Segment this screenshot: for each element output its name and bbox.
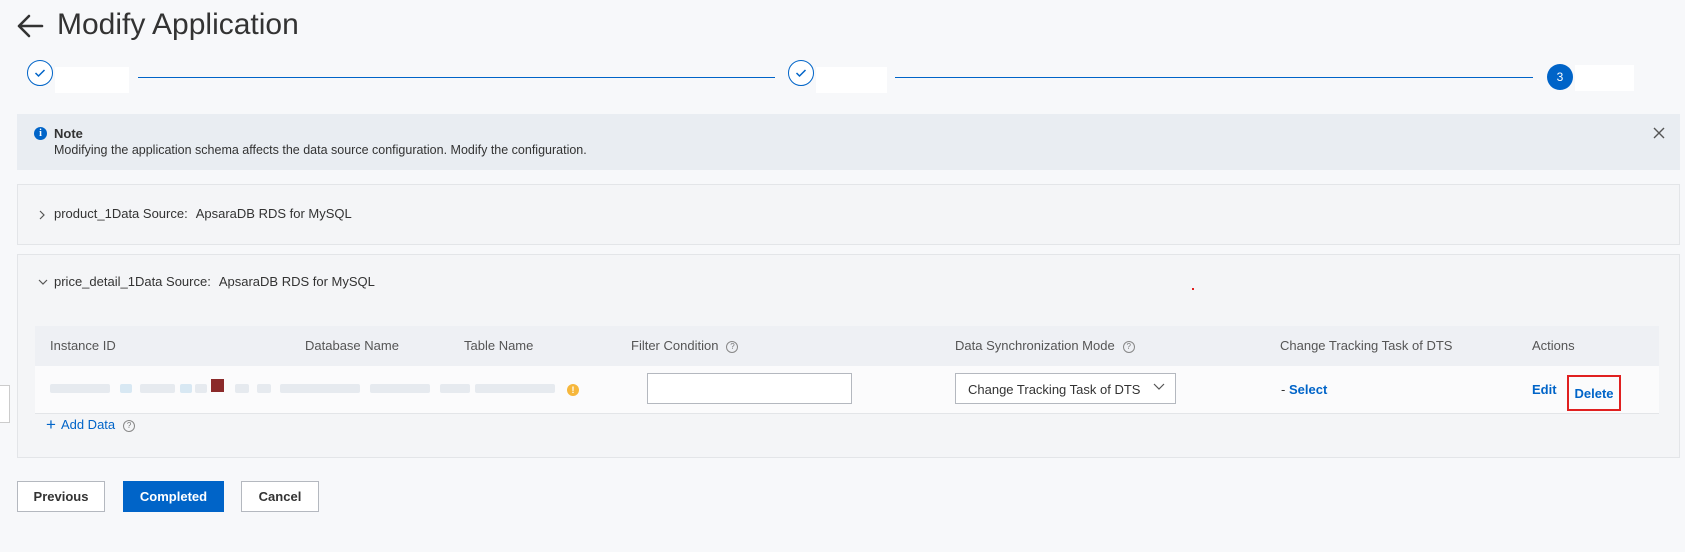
dts-task-select-label: Select (1288, 382, 1328, 397)
marker-dot (1192, 288, 1194, 290)
step-2-complete (788, 60, 814, 86)
column-header: Database Name (305, 338, 399, 353)
data-source-panel-product-1: product_1Data Source: ApsaraDB RDS for My… (17, 184, 1680, 245)
dts-task-prefix: - (1281, 382, 1286, 397)
close-icon[interactable] (1652, 126, 1666, 140)
check-icon (795, 69, 807, 78)
step-connector (138, 77, 775, 78)
filter-condition-input[interactable] (647, 373, 852, 404)
panel-title: product_1Data Source: ApsaraDB RDS for My… (54, 206, 352, 221)
column-header-label: Filter Condition (631, 338, 719, 353)
help-icon[interactable]: ? (726, 341, 739, 353)
panel-name: product_1 (54, 206, 112, 221)
back-arrow-icon[interactable] (15, 9, 45, 43)
column-header: Instance ID (50, 338, 116, 353)
panel-header[interactable]: price_detail_1Data Source: ApsaraDB RDS f… (18, 255, 1679, 313)
panel-source: ApsaraDB RDS for MySQL (218, 274, 375, 289)
sync-mode-value: Change Tracking Task of DTS (968, 382, 1141, 397)
step-connector (895, 77, 1533, 78)
chevron-right-icon (39, 210, 45, 220)
edit-link[interactable]: Edit (1532, 382, 1557, 397)
step-3-label (1575, 65, 1634, 91)
step-number: 3 (1556, 70, 1564, 84)
help-icon[interactable]: ? (123, 420, 136, 432)
table-row: ! Change Tracking Task of DTS - Select E… (35, 366, 1659, 414)
previous-button[interactable]: Previous (17, 481, 105, 512)
delete-link[interactable]: Delete (1567, 375, 1621, 411)
data-source-panel-price-detail-1: price_detail_1Data Source: ApsaraDB RDS f… (17, 254, 1680, 458)
sync-mode-select[interactable]: Change Tracking Task of DTS (955, 373, 1176, 404)
note-title: Note (54, 126, 83, 141)
add-data-label: Add Data (60, 417, 116, 432)
step-1-label (55, 67, 129, 93)
cancel-button[interactable]: Cancel (241, 481, 319, 512)
panel-title: price_detail_1Data Source: ApsaraDB RDS f… (54, 274, 375, 289)
add-data-link[interactable]: + Add Data? (46, 415, 136, 435)
step-3-current: 3 (1547, 64, 1573, 90)
check-icon (34, 69, 46, 78)
panel-source-label: Data Source: (111, 206, 188, 221)
step-1-complete (27, 60, 53, 86)
note-text: Modifying the application schema affects… (54, 143, 587, 157)
step-2-label (816, 67, 887, 93)
instance-status-icon (211, 379, 224, 392)
column-header: Change Tracking Task of DTS (1280, 338, 1453, 353)
side-collapse-handle[interactable] (0, 385, 10, 423)
chevron-down-icon (38, 279, 48, 285)
panel-source: ApsaraDB RDS for MySQL (195, 206, 352, 221)
select-dts-task-link[interactable]: - Select (1281, 382, 1327, 397)
warning-icon[interactable]: ! (567, 384, 579, 396)
note-banner: i Note Modifying the application schema … (17, 114, 1680, 170)
column-header: Table Name (464, 338, 534, 353)
table-header: Instance ID Database Name Table Name Fil… (35, 326, 1659, 366)
completed-button[interactable]: Completed (123, 481, 224, 512)
panel-name: price_detail_1 (54, 274, 135, 289)
help-icon[interactable]: ? (1122, 341, 1135, 353)
column-header-label: Data Synchronization Mode (955, 338, 1115, 353)
panel-header[interactable]: product_1Data Source: ApsaraDB RDS for My… (18, 185, 1679, 243)
column-header-filter: Filter Condition? (631, 338, 739, 353)
info-icon: i (34, 127, 47, 140)
page-title: Modify Application (57, 8, 299, 41)
panel-source-label: Data Source: (134, 274, 211, 289)
chevron-down-icon (1153, 383, 1165, 390)
column-header-sync-mode: Data Synchronization Mode? (955, 338, 1135, 353)
column-header: Actions (1532, 338, 1575, 353)
plus-icon: + (46, 415, 56, 434)
